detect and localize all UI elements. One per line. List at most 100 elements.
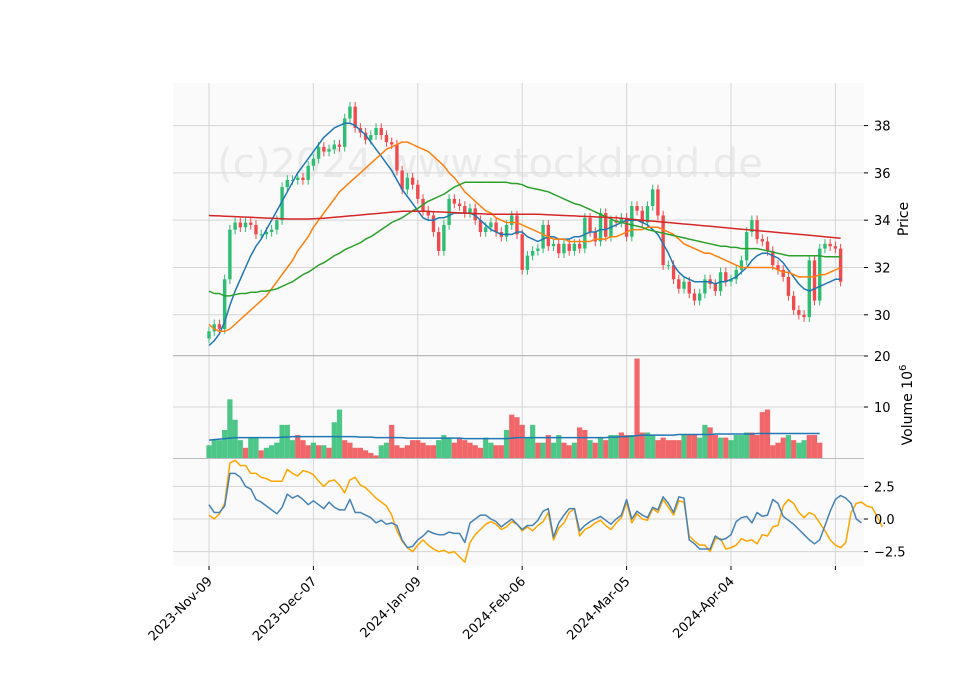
candle-body <box>390 142 394 145</box>
candle-body <box>269 229 274 233</box>
stock-chart: (c)2024 www.stockdroid.de 30 32 34 36 38 10 20… <box>146 83 916 644</box>
volume-bar <box>775 442 781 458</box>
oscillator-tick-label: 0.0 <box>874 513 895 528</box>
volume-bar <box>702 424 708 458</box>
candle-body <box>483 227 488 233</box>
candle-body <box>551 243 556 247</box>
volume-bar <box>697 437 703 458</box>
volume-bar <box>289 440 296 458</box>
candle-body <box>572 243 577 251</box>
candle-body <box>233 222 237 230</box>
volume-bar <box>603 440 609 458</box>
volume-bar <box>269 445 275 458</box>
candle-body <box>823 243 827 249</box>
volume-bar <box>347 442 353 458</box>
volume-bar <box>540 442 546 458</box>
volume-bar <box>660 437 666 458</box>
candle-body <box>562 243 566 254</box>
candle-body <box>697 293 702 301</box>
volume-bar <box>608 435 614 458</box>
candle-body <box>249 222 253 225</box>
volume-bar <box>227 399 233 458</box>
candle-body <box>692 293 697 301</box>
candle-body <box>384 135 389 143</box>
volume-tick-label: 20 <box>874 350 891 365</box>
volume-bar <box>300 440 306 458</box>
volume-bar <box>436 440 442 458</box>
volume-bar <box>279 424 285 458</box>
candle-body <box>327 149 331 152</box>
volume-axis-label: Volume 106 <box>898 365 916 446</box>
candle-body <box>541 224 545 249</box>
volume-bar <box>446 437 452 458</box>
candle-body <box>812 260 817 301</box>
candle-body <box>489 222 493 228</box>
volume-bar <box>211 440 217 458</box>
candle-body <box>311 158 316 166</box>
volume-bar <box>754 435 760 458</box>
volume-bar <box>686 435 692 458</box>
volume-bar <box>404 445 410 458</box>
candle-body <box>651 189 655 206</box>
volume-bar <box>310 442 316 458</box>
volume-axis-exponent: 6 <box>898 365 909 371</box>
volume-bar <box>509 414 515 458</box>
volume-bar <box>561 442 567 458</box>
candle-body <box>217 324 222 329</box>
candle-body <box>296 177 300 180</box>
volume-bar <box>535 442 541 458</box>
candle-body <box>207 331 211 339</box>
candle-body <box>807 260 811 318</box>
candle-body <box>765 241 770 251</box>
volume-bar <box>326 447 332 458</box>
volume-bar <box>206 445 212 458</box>
volume-bar <box>425 445 431 458</box>
volume-bar <box>321 445 327 458</box>
candle-body <box>348 106 352 119</box>
volume-bar <box>394 445 400 458</box>
x-tick-label: 2024-Apr-04 <box>670 574 737 641</box>
volume-bar <box>624 435 630 458</box>
volume-bar <box>336 409 343 458</box>
candle-body <box>630 205 634 237</box>
volume-bar <box>801 440 807 458</box>
candle-body <box>530 250 535 256</box>
volume-bar <box>477 447 484 458</box>
candle-body <box>254 224 258 235</box>
volume-bar <box>759 412 765 458</box>
volume-bar <box>791 440 797 458</box>
price-tick-label: 30 <box>874 309 891 324</box>
x-tick-label: 2024-Jan-09 <box>358 574 425 641</box>
candle-body <box>744 232 749 261</box>
candle-body <box>436 232 441 251</box>
candle-body <box>228 229 232 280</box>
candle-body <box>337 144 342 147</box>
volume-bar <box>717 437 724 458</box>
candle-body <box>395 144 399 171</box>
price-axis-label: Price <box>896 202 912 236</box>
volume-bar <box>749 432 755 458</box>
watermark: (c)2024 www.stockdroid.de <box>217 141 763 187</box>
candle-body <box>457 203 462 206</box>
volume-bar <box>723 437 729 458</box>
volume-bar <box>770 445 776 458</box>
volume-bar <box>462 440 468 458</box>
volume-bar <box>811 435 818 458</box>
volume-bar <box>237 440 243 458</box>
volume-bar <box>785 435 792 458</box>
candle-body <box>536 248 540 251</box>
candle-body <box>259 234 263 236</box>
volume-bar <box>389 424 395 458</box>
volume-bar <box>295 435 301 458</box>
candle-body <box>275 220 279 230</box>
candle-body <box>463 205 467 214</box>
volume-bar <box>383 442 390 458</box>
candle-body <box>520 234 524 270</box>
volume-bar <box>629 435 635 458</box>
volume-bar <box>524 437 531 458</box>
volume-bar <box>430 445 437 458</box>
price-tick-label: 34 <box>874 214 891 229</box>
volume-bar <box>691 435 698 458</box>
volume-bar <box>274 442 280 458</box>
candle-body <box>791 295 796 311</box>
